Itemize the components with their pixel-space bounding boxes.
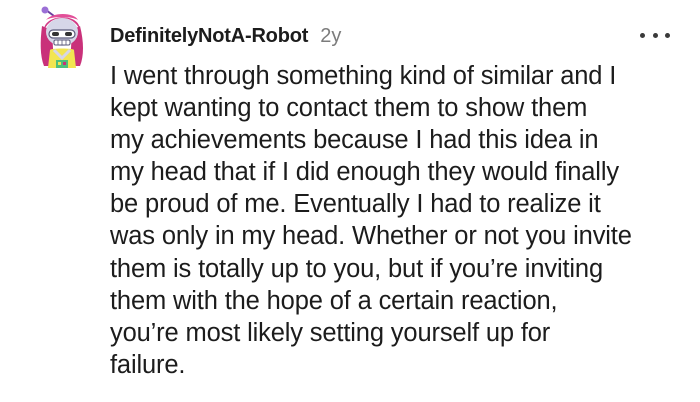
comment-body-line: failure. (110, 350, 186, 379)
comment-body-line: them with the hope of a certain reaction… (110, 286, 558, 315)
comment-age: 2y (320, 24, 342, 47)
more-options-icon-dot (665, 32, 670, 38)
avatar[interactable] (32, 6, 92, 70)
comment-body-line: kept wanting to contact them to show the… (110, 94, 588, 123)
comment-body-line: them is totally up to you, but if you’re… (110, 254, 603, 283)
comment-header: DefinitelyNotA-Robot 2y (110, 22, 341, 50)
comment-body-line: you’re most likely setting yourself up f… (110, 318, 551, 347)
username[interactable]: DefinitelyNotA-Robot (110, 25, 308, 48)
more-options-icon-dot (652, 32, 658, 38)
comment-body-line: my achievements because I had this idea … (110, 126, 599, 155)
more-options-button[interactable] (640, 24, 670, 46)
comment-body: I went through something kind of similar… (110, 60, 670, 381)
comment-body-line: I went through something kind of similar… (110, 62, 617, 90)
comment: DefinitelyNotA-Robot 2y I went through s… (0, 0, 700, 402)
comment-body-line: be proud of me. Eventually I had to real… (110, 190, 601, 219)
comment-body-line: was only in my head. Whether or not you … (110, 222, 632, 251)
comment-body-line: my head that if I did enough they would … (110, 158, 619, 187)
more-options-icon (640, 32, 645, 38)
reddit-snoo-avatar-icon (40, 6, 83, 68)
